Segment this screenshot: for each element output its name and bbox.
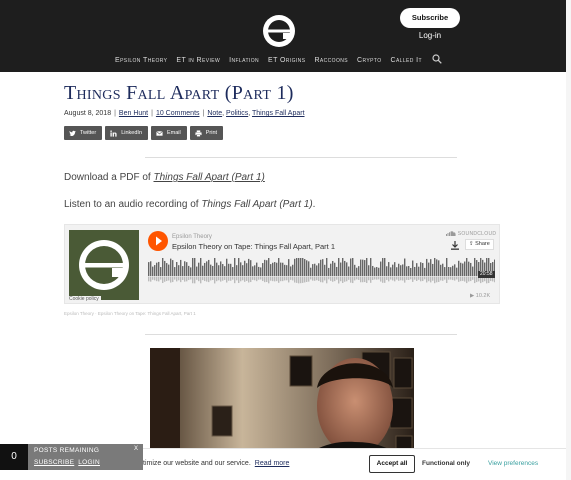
category-things-fall-apart-link[interactable]: Things Fall Apart [252,110,305,117]
posts-remaining-label: POSTS REMAINING [34,447,100,454]
share-linkedin-button[interactable]: LinkedIn [105,126,148,140]
epsilon-logo-icon[interactable] [261,13,297,49]
page: Subscribe Log-in Epsilon Theory ET in Re… [0,0,571,480]
email-icon [156,130,163,136]
functional-only-button[interactable]: Functional only [422,460,470,467]
accept-all-button[interactable]: Accept all [369,455,415,473]
epsilon-artwork-icon [79,240,129,290]
nav-item-crypto[interactable]: Crypto [357,57,382,64]
page-title: Things Fall Apart (Part 1) [64,82,294,104]
audio-prefix: Listen to an audio recording of [64,199,202,210]
comments-link[interactable]: 10 Comments [156,110,200,117]
nav-item-et-origins[interactable]: ET Origins [268,57,305,64]
cookie-policy-link[interactable]: Cookie policy [67,296,101,302]
posts-remaining-links: SUBSCRIBE LOGIN [34,459,104,466]
close-icon[interactable]: X [134,446,138,452]
track-user-link[interactable]: Epsilon Theory [172,234,212,240]
print-button[interactable]: Print [189,126,224,140]
audio-title: Things Fall Apart (Part 1) [201,199,313,210]
site-header: Subscribe Log-in Epsilon Theory ET in Re… [0,0,571,72]
soundcloud-caption: Epsilon Theory · Epsilon Theory on Tape:… [64,311,196,316]
nav-item-called-it[interactable]: Called It [390,57,421,64]
soundcloud-player: Cookie policy Epsilon Theory Epsilon The… [64,224,500,304]
view-preferences-button[interactable]: View preferences [488,460,538,467]
audio-paragraph: Listen to an audio recording of Things F… [64,199,315,210]
share-track-button[interactable]: ⇪ Share [465,239,494,250]
download-icon[interactable] [449,240,461,251]
divider [145,334,457,335]
cookie-message: timize our website and our service. Read … [143,460,289,467]
cookie-message-text: timize our website and our service. [143,460,251,467]
scrollbar[interactable] [566,0,571,480]
track-duration: 20:58 [478,271,495,278]
share-buttons: Twitter LinkedIn Email Print [64,126,226,140]
nav-item-raccoons[interactable]: Raccoons [314,57,348,64]
category-politics-link[interactable]: Politics [226,110,248,117]
nav-item-et-in-review[interactable]: ET in Review [176,57,220,64]
waveform[interactable] [148,258,495,284]
author-link[interactable]: Ben Hunt [119,110,148,117]
soundcloud-brand-label: SOUNDCLOUD [457,231,497,237]
share-twitter-label: Twitter [80,130,97,136]
pdf-download-paragraph: Download a PDF of Things Fall Apart (Par… [64,172,265,183]
share-track-label: Share [475,241,490,247]
track-artwork[interactable] [69,230,139,300]
soundcloud-brand[interactable]: SOUNDCLOUD [446,231,496,237]
play-button[interactable] [148,231,168,251]
share-icon: ⇪ [469,241,474,247]
track-title-link[interactable]: Epsilon Theory on Tape: Things Fall Apar… [172,242,335,251]
audio-suffix: . [312,199,316,210]
posts-remaining-count: 0 [0,444,28,470]
pdf-prefix: Download a PDF of [64,172,154,183]
cookie-read-more-link[interactable]: Read more [255,460,290,467]
play-count: ▶ 10.2K [470,293,491,299]
share-email-label: Email [167,130,181,136]
soundcloud-cloud-icon [446,231,456,237]
share-twitter-button[interactable]: Twitter [64,126,103,140]
divider [145,157,457,158]
pdf-download-link[interactable]: Things Fall Apart (Part 1) [154,172,265,183]
linkedin-icon [110,129,117,137]
login-link[interactable]: Log-in [400,30,460,42]
posts-login-link[interactable]: LOGIN [78,459,100,466]
post-date: August 8, 2018 [64,110,112,117]
play-icon [156,236,162,246]
play-count-value: 10.2K [475,293,491,299]
twitter-icon [69,130,76,136]
nav-item-inflation[interactable]: Inflation [229,57,259,64]
share-linkedin-label: LinkedIn [121,130,142,136]
print-icon [195,129,202,137]
category-note-link[interactable]: Note [207,110,222,117]
nav-item-epsilon-theory[interactable]: Epsilon Theory [115,57,167,64]
main-nav: Epsilon Theory ET in Review Inflation ET… [115,53,442,66]
cookie-consent-bar: timize our website and our service. Read … [143,448,571,480]
posts-subscribe-link[interactable]: SUBSCRIBE [34,459,74,466]
search-icon[interactable] [432,53,442,64]
posts-remaining-widget: 0 POSTS REMAINING SUBSCRIBE LOGIN X [0,444,143,470]
subscribe-button[interactable]: Subscribe [400,8,460,28]
print-label: Print [205,130,218,136]
post-meta: August 8, 2018 | Ben Hunt | 10 Comments | Note… [64,110,305,117]
share-email-button[interactable]: Email [151,126,187,140]
